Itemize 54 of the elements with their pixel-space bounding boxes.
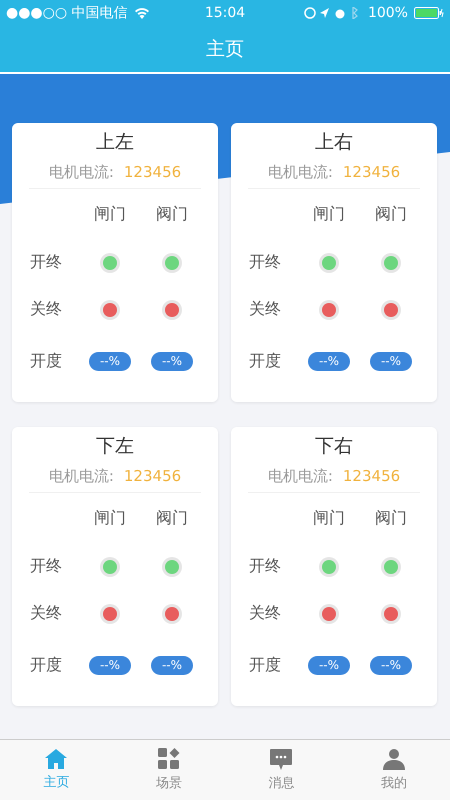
row-label: 关终 [249, 603, 281, 624]
row-label: 开终 [249, 556, 281, 577]
carrier-label: ●●●○○ 中国电信 [6, 4, 128, 22]
row-label: 开度 [30, 654, 62, 676]
current-label: 电机电流: [48, 466, 114, 486]
tab-item[interactable]: 场景 [112, 740, 225, 800]
row-label: 关终 [30, 603, 62, 624]
current-value: 123456 [124, 467, 182, 485]
row-label: 开终 [249, 252, 281, 273]
row-label: 开终 [30, 252, 62, 273]
row-label: 关终 [30, 299, 62, 320]
grid-icon [158, 748, 180, 770]
battery-icon [414, 6, 444, 18]
opening-badge: --% [89, 352, 131, 370]
row-label: 开度 [30, 350, 62, 372]
current-label: 电机电流: [48, 162, 114, 182]
column-header: 阀门 [156, 508, 188, 528]
card-title: 下右 [315, 434, 353, 459]
current-label: 电机电流: [268, 162, 333, 182]
status-time: 15:04 [204, 4, 246, 20]
page-title: 主页 [206, 36, 244, 62]
card-title: 上左 [96, 130, 134, 155]
card-title: 下左 [96, 434, 134, 459]
current-value: 123456 [124, 163, 182, 181]
opening-badge: --% [151, 656, 193, 674]
tab-item[interactable]: 消息 [225, 740, 338, 800]
wifi-icon [134, 6, 150, 18]
column-header: 闸门 [313, 204, 345, 224]
column-header: 阀门 [375, 204, 407, 224]
column-header: 闸门 [94, 508, 126, 528]
battery-percent: 100% [368, 4, 408, 20]
home-icon [45, 749, 68, 769]
opening-badge: --% [151, 352, 193, 370]
column-header: 闸门 [313, 508, 345, 528]
column-header: 闸门 [94, 204, 126, 224]
opening-badge: --% [370, 352, 412, 370]
opening-badge: --% [308, 656, 350, 674]
tab-item[interactable]: 主页 [0, 740, 112, 800]
person-icon [382, 748, 405, 770]
column-header: 阀门 [156, 204, 188, 224]
row-label: 开终 [30, 556, 62, 577]
current-value: 123456 [342, 467, 400, 485]
row-label: 开度 [249, 350, 281, 372]
row-label: 关终 [249, 299, 281, 320]
column-header: 阀门 [375, 508, 407, 528]
opening-badge: --% [308, 352, 350, 370]
card-title: 上右 [315, 130, 353, 155]
tab-item[interactable]: 我的 [338, 740, 450, 800]
current-label: 电机电流: [268, 466, 333, 486]
opening-badge: --% [89, 656, 131, 674]
current-value: 123456 [342, 163, 400, 181]
message-icon [270, 748, 292, 770]
row-label: 开度 [249, 654, 281, 676]
opening-badge: --% [370, 656, 412, 674]
